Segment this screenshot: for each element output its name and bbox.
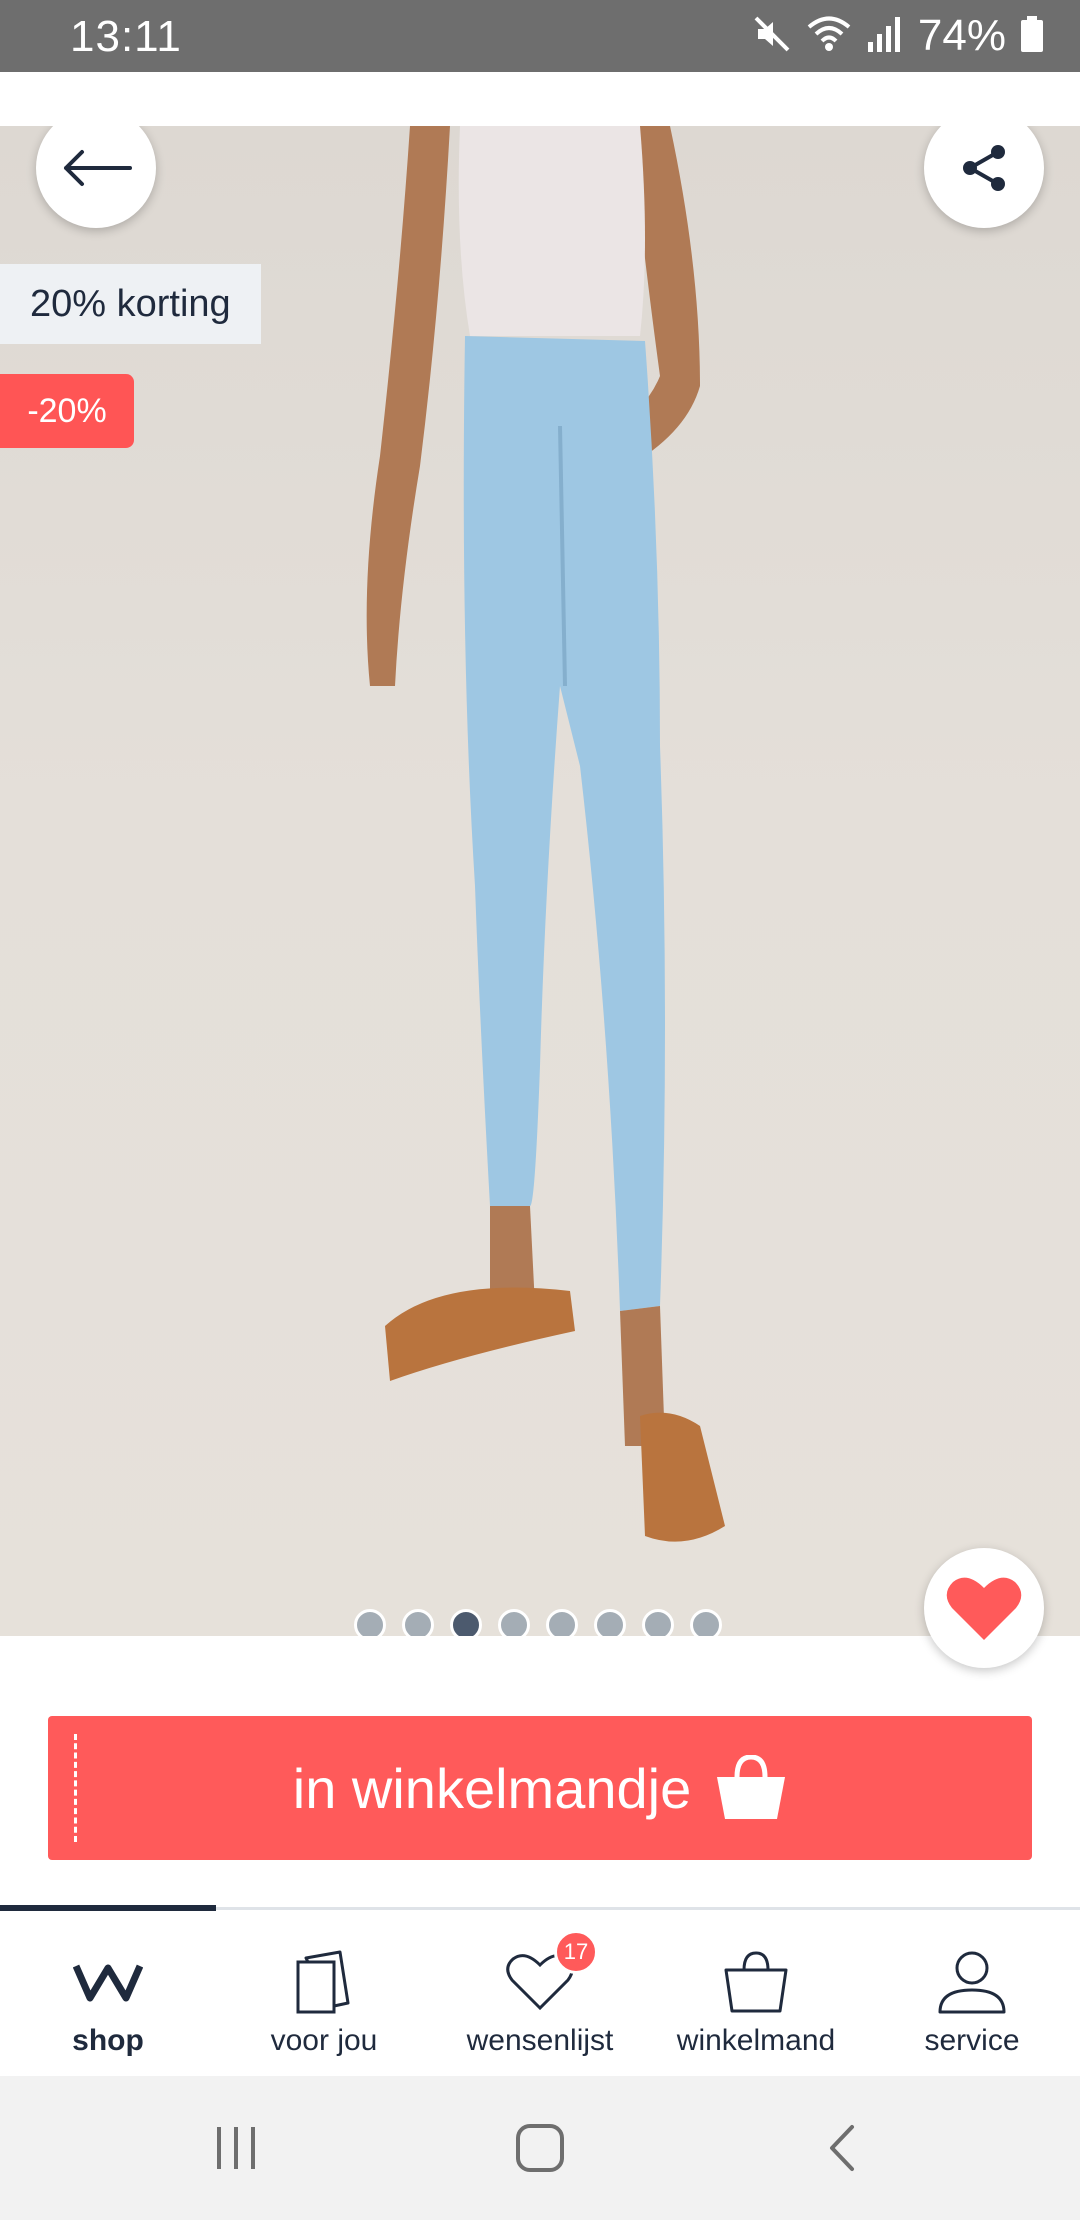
person-icon: [937, 1942, 1007, 2022]
nav-item-service[interactable]: service: [864, 1912, 1080, 2076]
heart-icon: [946, 1577, 1022, 1640]
image-pagination[interactable]: [354, 1609, 722, 1636]
pagination-dot[interactable]: [546, 1609, 578, 1636]
bottom-nav: shop voor jou 17 wensenlijst winkelmand …: [0, 1912, 1080, 2076]
add-to-cart-label: in winkelmandje: [292, 1756, 692, 1820]
battery-percentage: 74%: [917, 11, 1006, 60]
pagination-dot-active[interactable]: [450, 1609, 482, 1636]
nav-label-shop: shop: [72, 2024, 144, 2057]
chevron-left-icon: [830, 2125, 854, 2171]
nav-item-winkelmand[interactable]: winkelmand: [648, 1912, 864, 2076]
status-icons: 74%: [752, 10, 1044, 62]
pagination-dot[interactable]: [642, 1609, 674, 1636]
pagination-dot[interactable]: [498, 1609, 530, 1636]
discount-badge: -20%: [0, 374, 134, 448]
pagination-dot[interactable]: [690, 1609, 722, 1636]
nav-label-service: service: [924, 2024, 1020, 2057]
nav-label-voor-jou: voor jou: [270, 2024, 378, 2057]
nav-label-winkelmand: winkelmand: [676, 2024, 836, 2057]
product-image[interactable]: 20% korting -20%: [0, 126, 1080, 1636]
android-nav-bar: [0, 2076, 1080, 2220]
pagination-dot[interactable]: [354, 1609, 386, 1636]
system-back-button[interactable]: [802, 2112, 882, 2184]
bag-outline-icon: [723, 1942, 789, 2022]
nav-item-wensenlijst[interactable]: 17 wensenlijst: [432, 1912, 648, 2076]
cards-icon: [294, 1942, 354, 2022]
favorite-button[interactable]: [924, 1548, 1044, 1668]
shopping-bag-icon: [717, 1755, 786, 1819]
wishlist-count-badge: 17: [554, 1930, 598, 1974]
status-time: 13:11: [70, 12, 182, 61]
pagination-dot[interactable]: [402, 1609, 434, 1636]
wifi-icon: [806, 14, 852, 59]
recent-apps-button[interactable]: [196, 2112, 276, 2184]
status-bar: 13:11 74%: [0, 0, 1080, 72]
divider: [74, 1734, 77, 1842]
nav-active-indicator: [0, 1905, 216, 1911]
pagination-dot[interactable]: [594, 1609, 626, 1636]
nav-label-wensenlijst: wensenlijst: [466, 2024, 614, 2057]
recent-apps-icon: [217, 2127, 255, 2169]
mute-icon: [752, 14, 792, 59]
jeans-photo: [366, 126, 725, 1542]
w-logo-icon: [73, 1942, 143, 2022]
add-to-cart-button[interactable]: in winkelmandje: [48, 1716, 1032, 1860]
back-button[interactable]: [36, 126, 156, 228]
share-icon: [963, 145, 1005, 191]
promo-label: 20% korting: [0, 264, 261, 344]
share-button[interactable]: [924, 126, 1044, 228]
signal-icon: [866, 14, 904, 59]
battery-icon: [1020, 14, 1044, 59]
nav-item-voor-jou[interactable]: voor jou: [216, 1912, 432, 2076]
arrow-left-icon: [64, 150, 132, 186]
nav-item-shop[interactable]: shop: [0, 1912, 216, 2076]
home-icon: [516, 2124, 564, 2172]
home-button[interactable]: [500, 2112, 580, 2184]
